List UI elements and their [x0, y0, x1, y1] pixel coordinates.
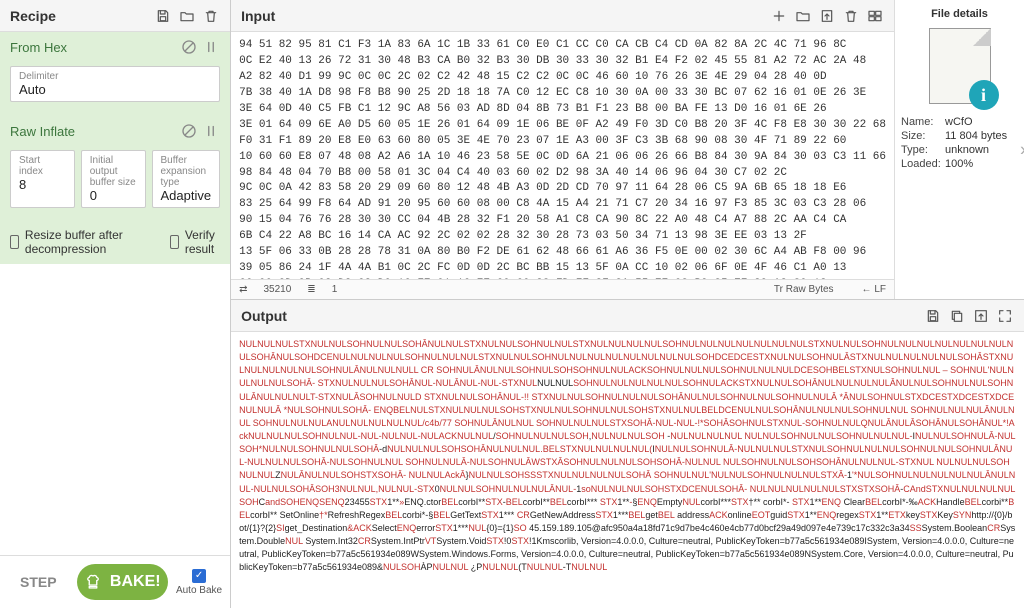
- op-title: From Hex: [10, 40, 67, 55]
- save-output-icon[interactable]: [924, 307, 942, 325]
- input-status-bar: ⇄ 35210 ≣ 1 Tr Raw Bytes ← LF: [231, 279, 894, 299]
- step-button[interactable]: STEP: [8, 566, 69, 598]
- trash-icon[interactable]: [202, 7, 220, 25]
- operation-raw-inflate[interactable]: Raw Inflate Start index 8 Initial output…: [0, 116, 230, 264]
- recipe-header: Recipe: [0, 0, 230, 32]
- resize-buffer-checkbox[interactable]: Resize buffer after decompression: [10, 228, 130, 256]
- file-thumb: i: [925, 26, 995, 106]
- disable-op-icon[interactable]: [180, 38, 198, 56]
- bake-row: STEP BAKE! ✓ Auto Bake: [0, 555, 230, 608]
- input-title: Input: [241, 8, 275, 24]
- auto-bake-toggle[interactable]: ✓ Auto Bake: [176, 569, 222, 596]
- checkbox-icon: [10, 235, 19, 249]
- verify-result-checkbox[interactable]: Verify result: [170, 228, 220, 256]
- input-text[interactable]: 94 51 82 95 81 C1 F3 1A 83 6A 1C 1B 33 6…: [231, 32, 894, 279]
- op-title: Raw Inflate: [10, 124, 75, 139]
- bake-button[interactable]: BAKE!: [77, 564, 168, 600]
- input-lines: 1: [332, 284, 338, 295]
- pause-op-icon[interactable]: [202, 122, 220, 140]
- recipe-title: Recipe: [10, 8, 56, 24]
- maximize-output-icon[interactable]: [996, 307, 1014, 325]
- operation-from-hex[interactable]: From Hex Delimiter Auto: [0, 32, 230, 116]
- folder-icon[interactable]: [178, 7, 196, 25]
- replace-input-icon[interactable]: [972, 307, 990, 325]
- eol-toggle[interactable]: ← LF: [862, 284, 886, 295]
- output-text[interactable]: NULNULNULSTXNULNULSOHNULNULSOHÂNULNULSTX…: [231, 332, 1024, 608]
- copy-output-icon[interactable]: [948, 307, 966, 325]
- lines-icon: ≣: [307, 284, 315, 295]
- add-input-icon[interactable]: [770, 7, 788, 25]
- input-tabs-icon[interactable]: [866, 7, 884, 25]
- arrows-icon: ⇄: [239, 284, 247, 295]
- start-index-field[interactable]: Start index 8: [10, 150, 75, 208]
- disable-op-icon[interactable]: [180, 122, 198, 140]
- pause-op-icon[interactable]: [202, 38, 220, 56]
- file-loaded: 100%: [945, 158, 1018, 170]
- input-header: Input: [231, 0, 894, 32]
- output-header: Output: [231, 300, 1024, 332]
- info-icon: i: [969, 80, 999, 110]
- initial-buffer-field[interactable]: Initial output buffer size 0: [81, 150, 146, 208]
- open-folder-icon[interactable]: [794, 7, 812, 25]
- buffer-expansion-field[interactable]: Buffer expansion type Adaptive: [152, 150, 221, 208]
- recipe-body: From Hex Delimiter Auto Raw Inflate: [0, 32, 230, 555]
- clear-input-icon[interactable]: [842, 7, 860, 25]
- file-details-panel: File details i Name:wCfO Size:11 804 byt…: [894, 0, 1024, 299]
- output-title: Output: [241, 308, 287, 324]
- file-size: 11 804 bytes: [945, 130, 1018, 142]
- open-file-icon[interactable]: [818, 7, 836, 25]
- chef-icon: [84, 572, 102, 592]
- delimiter-field[interactable]: Delimiter Auto: [10, 66, 220, 102]
- raw-bytes-toggle[interactable]: Tr Raw Bytes: [774, 284, 834, 295]
- input-length: 35210: [263, 284, 291, 295]
- file-name: wCfO: [945, 116, 1018, 128]
- file-details-title: File details: [931, 8, 988, 20]
- check-icon: ✓: [192, 569, 206, 583]
- save-recipe-icon[interactable]: [154, 7, 172, 25]
- checkbox-icon: [170, 235, 179, 249]
- file-type: unknown: [945, 144, 1018, 156]
- chevron-right-icon[interactable]: ›: [1020, 139, 1024, 160]
